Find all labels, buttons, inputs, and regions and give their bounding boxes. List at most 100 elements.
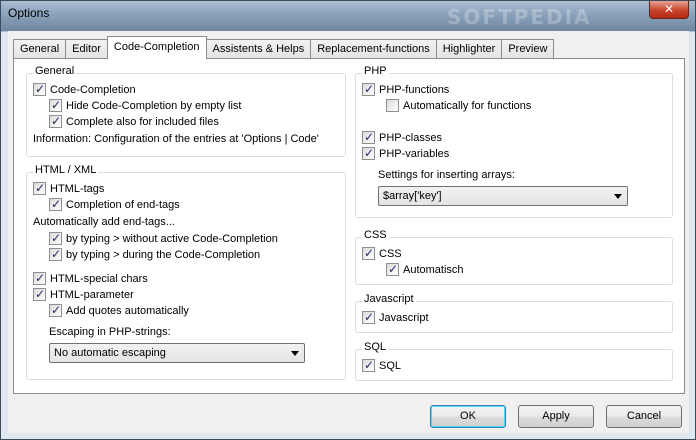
ok-button[interactable]: OK xyxy=(430,405,506,428)
title-bar[interactable]: Options SOFTPEDIA ✕ xyxy=(1,1,695,31)
check-icon: ✓ xyxy=(50,303,62,317)
arrays-label: Settings for inserting arrays: xyxy=(378,169,515,181)
html-xml-legend: HTML / XML xyxy=(33,164,99,176)
css-group: CSS ✓ CSS ✓ Automatisch xyxy=(355,229,673,285)
checkbox-box[interactable]: ✓ xyxy=(49,247,62,261)
check-icon: ✓ xyxy=(363,146,375,160)
check-icon: ✓ xyxy=(363,130,375,144)
checkbox-label: HTML-parameter xyxy=(50,288,134,301)
checkbox-label: Complete also for included files xyxy=(66,115,219,128)
checkbox-label: PHP-functions xyxy=(379,83,450,96)
sql-legend: SQL xyxy=(362,341,389,353)
checkbox-box[interactable]: ✓ xyxy=(33,82,46,96)
checkbox-box[interactable]: ✓ xyxy=(362,146,375,160)
check-icon: ✓ xyxy=(34,181,46,195)
hide-empty-list-checkbox[interactable]: ✓ Hide Code-Completion by empty list xyxy=(49,98,241,112)
checkbox-label: Javascript xyxy=(379,311,429,324)
checkbox-label: SQL xyxy=(379,359,402,372)
checkbox-box[interactable]: ✓ xyxy=(362,310,375,324)
html-xml-group: HTML / XML ✓ HTML-tags ✓ Completion of e… xyxy=(26,164,346,380)
php-group: PHP ✓ PHP-functions Automatically for fu… xyxy=(355,65,673,218)
checkbox-box[interactable]: ✓ xyxy=(362,82,375,96)
typing-without-checkbox[interactable]: ✓ by typing > without active Code-Comple… xyxy=(49,231,278,245)
check-icon: ✓ xyxy=(50,247,62,261)
html-tags-checkbox[interactable]: ✓ HTML-tags xyxy=(33,181,105,195)
options-window: Options SOFTPEDIA ✕ General Editor Code-… xyxy=(0,0,696,440)
checkbox-box[interactable]: ✓ xyxy=(49,114,62,128)
code-completion-panel: General ✓ Code-Completion ✓ Hide Code-Co… xyxy=(13,58,685,394)
check-icon: ✓ xyxy=(50,98,62,112)
javascript-legend: Javascript xyxy=(362,293,416,305)
checkbox-box[interactable]: ✓ xyxy=(362,246,375,260)
html-parameter-checkbox[interactable]: ✓ HTML-parameter xyxy=(33,287,134,301)
tab-preview[interactable]: Preview xyxy=(501,39,555,59)
special-chars-checkbox[interactable]: ✓ HTML-special chars xyxy=(33,271,148,285)
check-icon: ✓ xyxy=(50,231,62,245)
close-button[interactable]: ✕ xyxy=(649,1,689,19)
close-icon: ✕ xyxy=(663,2,675,16)
checkbox-box[interactable] xyxy=(386,99,399,112)
checkbox-box[interactable]: ✓ xyxy=(362,358,375,372)
checkbox-box[interactable]: ✓ xyxy=(49,231,62,245)
tab-highlighter[interactable]: Highlighter xyxy=(435,39,503,59)
php-classes-checkbox[interactable]: ✓ PHP-classes xyxy=(362,130,442,144)
typing-during-checkbox[interactable]: ✓ by typing > during the Code-Completion xyxy=(49,247,261,261)
complete-included-checkbox[interactable]: ✓ Complete also for included files xyxy=(49,114,219,128)
tab-general[interactable]: General xyxy=(13,39,67,59)
add-quotes-checkbox[interactable]: ✓ Add quotes automatically xyxy=(49,303,189,317)
sql-checkbox[interactable]: ✓ SQL xyxy=(362,358,402,372)
javascript-group: Javascript ✓ Javascript xyxy=(355,293,673,333)
end-tags-checkbox[interactable]: ✓ Completion of end-tags xyxy=(49,197,180,211)
check-icon: ✓ xyxy=(50,114,62,128)
check-icon: ✓ xyxy=(34,82,46,96)
tab-assistents-helps[interactable]: Assistents & Helps xyxy=(205,39,312,59)
checkbox-label: HTML-tags xyxy=(50,182,105,195)
check-icon: ✓ xyxy=(34,271,46,285)
info-text: Information: Configuration of the entrie… xyxy=(33,133,319,145)
checkbox-box[interactable]: ✓ xyxy=(49,303,62,317)
escaping-label: Escaping in PHP-strings: xyxy=(49,326,171,338)
checkbox-label: CSS xyxy=(379,247,402,260)
cancel-button[interactable]: Cancel xyxy=(606,405,682,428)
checkbox-box[interactable]: ✓ xyxy=(33,181,46,195)
checkbox-label: Code-Completion xyxy=(50,83,136,96)
css-legend: CSS xyxy=(362,229,389,241)
checkbox-label: Add quotes automatically xyxy=(66,304,189,317)
auto-functions-checkbox[interactable]: Automatically for functions xyxy=(386,99,531,112)
tab-strip: General Editor Code-Completion Assistent… xyxy=(13,36,555,59)
checkbox-box[interactable]: ✓ xyxy=(49,98,62,112)
css-checkbox[interactable]: ✓ CSS xyxy=(362,246,402,260)
sql-group: SQL ✓ SQL xyxy=(355,341,673,381)
tab-replacement-functions[interactable]: Replacement-functions xyxy=(310,39,437,59)
checkbox-label: PHP-variables xyxy=(379,147,450,160)
arrays-select[interactable]: $array['key'] xyxy=(378,186,628,206)
check-icon: ✓ xyxy=(363,82,375,96)
check-icon: ✓ xyxy=(50,197,62,211)
checkbox-box[interactable]: ✓ xyxy=(386,262,399,276)
checkbox-box[interactable]: ✓ xyxy=(33,271,46,285)
checkbox-label: PHP-classes xyxy=(379,131,442,144)
code-completion-checkbox[interactable]: ✓ Code-Completion xyxy=(33,82,136,96)
apply-button[interactable]: Apply xyxy=(518,405,594,428)
escaping-value: No automatic escaping xyxy=(54,347,166,359)
php-variables-checkbox[interactable]: ✓ PHP-variables xyxy=(362,146,450,160)
checkbox-box[interactable]: ✓ xyxy=(49,197,62,211)
checkbox-label: Completion of end-tags xyxy=(66,198,180,211)
tab-editor[interactable]: Editor xyxy=(65,39,108,59)
checkbox-label: by typing > during the Code-Completion xyxy=(66,248,261,261)
checkbox-label: Automatically for functions xyxy=(403,99,532,112)
php-legend: PHP xyxy=(362,65,389,77)
auto-end-tags-label: Automatically add end-tags... xyxy=(33,216,175,228)
chevron-down-icon xyxy=(614,194,622,199)
css-auto-checkbox[interactable]: ✓ Automatisch xyxy=(386,262,464,276)
watermark: SOFTPEDIA xyxy=(447,5,592,29)
checkbox-box[interactable]: ✓ xyxy=(33,287,46,301)
escaping-select[interactable]: No automatic escaping xyxy=(49,343,305,363)
tab-code-completion[interactable]: Code-Completion xyxy=(106,36,207,59)
check-icon: ✓ xyxy=(387,262,399,276)
check-icon: ✓ xyxy=(363,246,375,260)
check-icon: ✓ xyxy=(34,287,46,301)
javascript-checkbox[interactable]: ✓ Javascript xyxy=(362,310,429,324)
checkbox-box[interactable]: ✓ xyxy=(362,130,375,144)
php-functions-checkbox[interactable]: ✓ PHP-functions xyxy=(362,82,450,96)
